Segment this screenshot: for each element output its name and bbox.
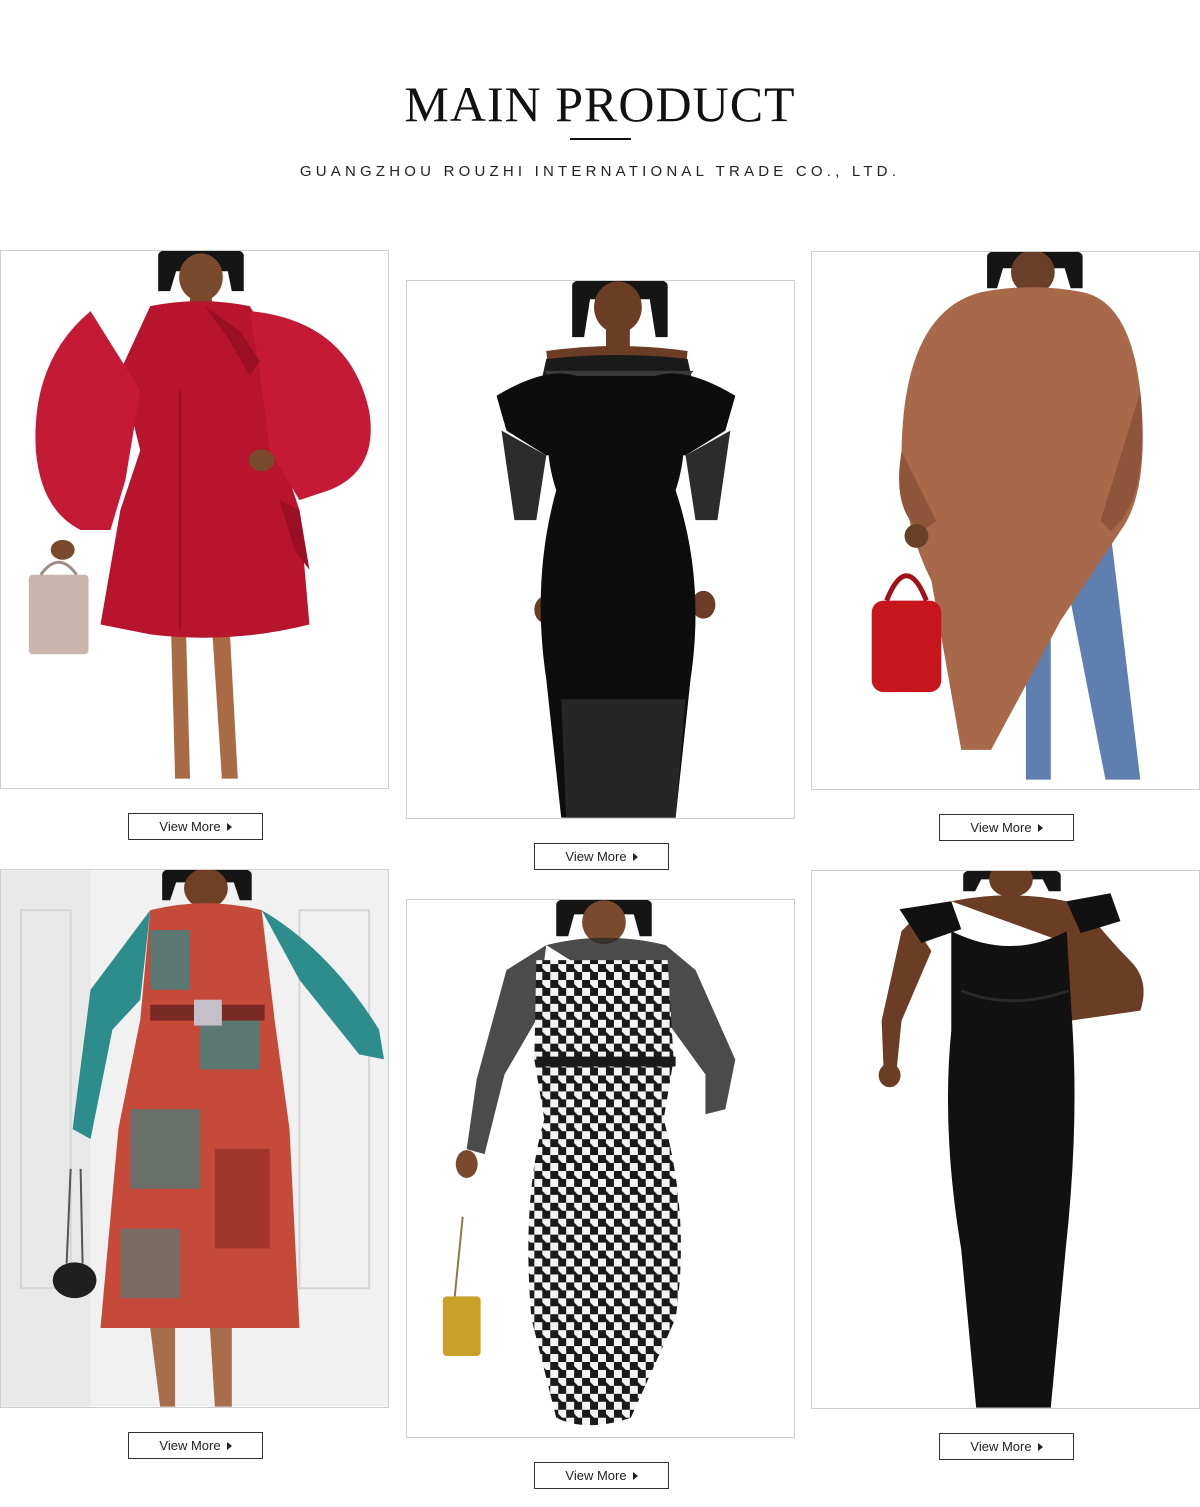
view-more-button[interactable]: View More	[939, 1433, 1074, 1460]
product-card[interactable]	[406, 899, 795, 1438]
product-image-red-dress	[1, 251, 388, 788]
company-name: GUANGZHOU ROUZHI INTERNATIONAL TRADE CO.…	[299, 163, 901, 180]
view-more-label: View More	[970, 820, 1032, 835]
view-more-button[interactable]: View More	[939, 814, 1074, 841]
caret-right-icon	[632, 852, 638, 861]
view-more-label: View More	[565, 849, 627, 864]
product-image-black-lace-dress	[407, 281, 794, 818]
caret-right-icon	[226, 822, 232, 831]
page-title: MAIN PRODUCT	[404, 76, 796, 132]
product-image-houndstooth-dress	[407, 900, 794, 1437]
caret-right-icon	[632, 1471, 638, 1480]
view-more-button[interactable]: View More	[534, 1462, 669, 1489]
product-card[interactable]	[811, 251, 1200, 790]
view-more-button[interactable]: View More	[534, 843, 669, 870]
product-image-brown-tunic	[812, 252, 1199, 789]
view-more-label: View More	[970, 1439, 1032, 1454]
product-image-black-maxi-dress	[812, 871, 1199, 1408]
caret-right-icon	[1037, 823, 1043, 832]
product-image-printed-dress	[1, 870, 388, 1407]
view-more-label: View More	[159, 1438, 221, 1453]
title-divider	[570, 138, 631, 140]
caret-right-icon	[1037, 1442, 1043, 1451]
product-card[interactable]	[0, 250, 389, 789]
section-header: MAIN PRODUCT GUANGZHOU ROUZHI INTERNATIO…	[0, 0, 1200, 240]
product-card[interactable]	[406, 280, 795, 819]
view-more-label: View More	[159, 819, 221, 834]
caret-right-icon	[226, 1441, 232, 1450]
product-card[interactable]	[811, 870, 1200, 1409]
view-more-button[interactable]: View More	[128, 1432, 263, 1459]
view-more-button[interactable]: View More	[128, 813, 263, 840]
product-card[interactable]	[0, 869, 389, 1408]
view-more-label: View More	[565, 1468, 627, 1483]
